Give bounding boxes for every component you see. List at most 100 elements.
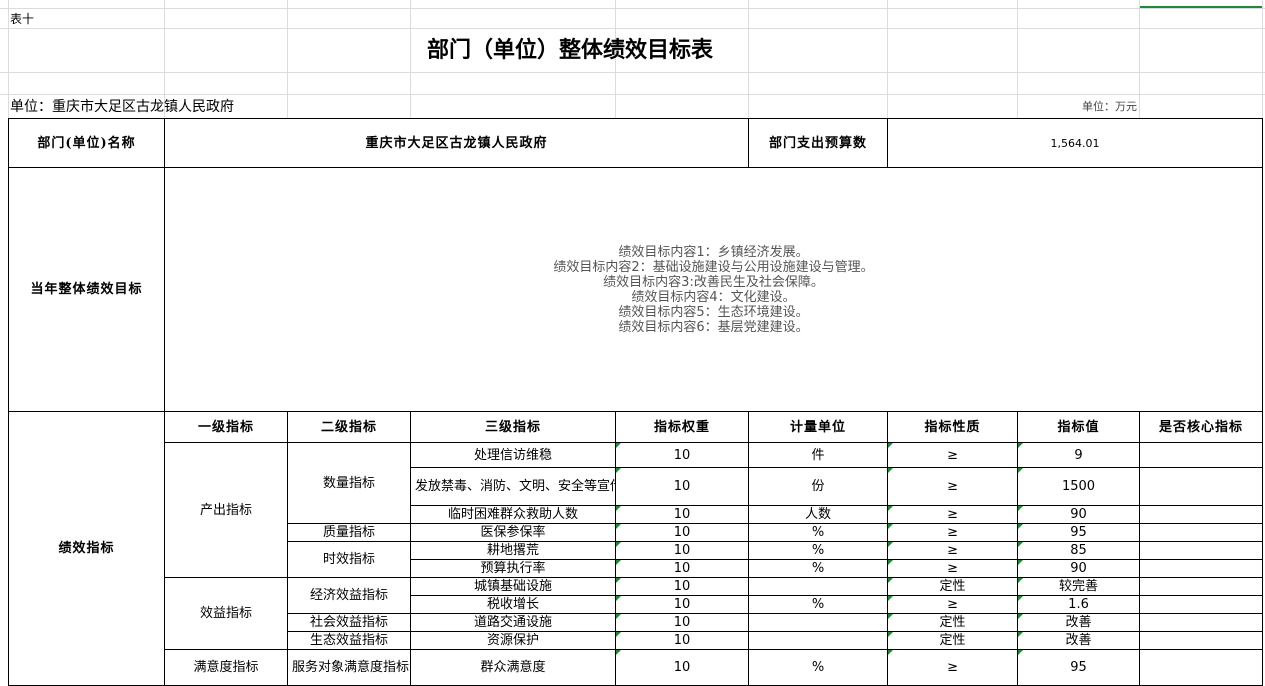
indicator-core[interactable] — [1139, 505, 1264, 524]
annual-goals-content[interactable]: 绩效目标内容1：乡镇经济发展。 绩效目标内容2：基础设施建设与公用设施建设与管理… — [163, 167, 1264, 412]
header-weight[interactable]: 指标权重 — [614, 411, 750, 443]
indicator-name[interactable]: 耕地撂荒 — [410, 541, 616, 560]
indicator-nature[interactable]: 定性 — [887, 613, 1019, 632]
indicator-value[interactable]: 改善 — [1017, 631, 1141, 650]
performance-target-table: 部门(单位)名称 重庆市大足区古龙镇人民政府 部门支出预算数 1,564.01 … — [8, 118, 1264, 686]
indicator-weight[interactable]: 10 — [614, 523, 750, 542]
indicator-value[interactable]: 90 — [1017, 505, 1141, 524]
indicator-value[interactable]: 较完善 — [1017, 577, 1141, 596]
indicator-core[interactable] — [1139, 649, 1264, 686]
indicator-value[interactable]: 95 — [1017, 649, 1141, 686]
budget-value[interactable]: 1,564.01 — [887, 118, 1264, 168]
table-number: 表十 — [10, 12, 35, 26]
indicator-unit[interactable]: 人数 — [748, 505, 889, 524]
indicator-core[interactable] — [1139, 595, 1264, 614]
indicator-unit[interactable]: % — [748, 523, 889, 542]
header-nature[interactable]: 指标性质 — [887, 411, 1019, 443]
indicator-unit[interactable]: % — [748, 595, 889, 614]
indicator-nature[interactable]: ≥ — [887, 559, 1019, 578]
budget-label[interactable]: 部门支出预算数 — [748, 118, 889, 168]
indicator-nature[interactable]: ≥ — [887, 595, 1019, 614]
indicator-value[interactable]: 改善 — [1017, 613, 1141, 632]
indicator-weight[interactable]: 10 — [614, 541, 750, 560]
indicator-unit[interactable]: % — [748, 649, 889, 686]
header-value[interactable]: 指标值 — [1017, 411, 1141, 443]
indicator-core[interactable] — [1139, 577, 1264, 596]
goal-item: 绩效目标内容4：文化建设。 — [631, 289, 796, 305]
indicator-weight[interactable]: 10 — [614, 442, 750, 468]
indicator-unit[interactable] — [748, 631, 889, 650]
dept-name-value[interactable]: 重庆市大足区古龙镇人民政府 — [163, 118, 750, 168]
indicator-unit[interactable] — [748, 613, 889, 632]
level2-economic[interactable]: 经济效益指标 — [287, 577, 411, 614]
indicator-nature[interactable]: ≥ — [887, 649, 1019, 686]
level1-output[interactable]: 产出指标 — [164, 442, 288, 578]
indicator-core[interactable] — [1139, 467, 1264, 506]
level2-service[interactable]: 服务对象满意度指标 — [287, 649, 411, 686]
header-core[interactable]: 是否核心指标 — [1139, 411, 1264, 443]
indicator-core[interactable] — [1139, 442, 1264, 468]
indicator-weight[interactable]: 10 — [614, 613, 750, 632]
annual-goals-label[interactable]: 当年整体绩效目标 — [8, 167, 165, 412]
goal-item: 绩效目标内容3:改善民生及社会保障。 — [603, 274, 824, 290]
level2-quality[interactable]: 质量指标 — [287, 523, 411, 542]
indicator-nature[interactable]: ≥ — [887, 541, 1019, 560]
header-level2[interactable]: 二级指标 — [287, 411, 411, 443]
indicator-unit[interactable]: % — [748, 541, 889, 560]
indicators-section-label[interactable]: 绩效指标 — [8, 411, 165, 686]
level1-satisfaction[interactable]: 满意度指标 — [164, 649, 288, 686]
indicator-name[interactable]: 资源保护 — [410, 631, 616, 650]
indicator-name[interactable]: 预算执行率 — [410, 559, 616, 578]
indicator-name[interactable]: 道路交通设施 — [410, 613, 616, 632]
header-level1[interactable]: 一级指标 — [164, 411, 288, 443]
goal-item: 绩效目标内容1：乡镇经济发展。 — [618, 244, 809, 260]
indicator-nature[interactable]: ≥ — [887, 505, 1019, 524]
level2-quantity[interactable]: 数量指标 — [287, 442, 411, 524]
indicator-unit[interactable]: 件 — [748, 442, 889, 468]
indicator-value[interactable]: 9 — [1017, 442, 1141, 468]
goal-item: 绩效目标内容2：基础设施建设与公用设施建设与管理。 — [553, 259, 874, 275]
indicator-value[interactable]: 90 — [1017, 559, 1141, 578]
goal-item: 绩效目标内容6：基层党建建设。 — [618, 319, 809, 335]
level2-social[interactable]: 社会效益指标 — [287, 613, 411, 632]
header-unit[interactable]: 计量单位 — [748, 411, 889, 443]
indicator-core[interactable] — [1139, 631, 1264, 650]
indicator-unit[interactable] — [748, 577, 889, 596]
indicator-name[interactable]: 处理信访维稳 — [410, 442, 616, 468]
indicator-unit[interactable]: 份 — [748, 467, 889, 506]
indicator-value[interactable]: 85 — [1017, 541, 1141, 560]
indicator-core[interactable] — [1139, 559, 1264, 578]
indicator-weight[interactable]: 10 — [614, 505, 750, 524]
indicator-name[interactable]: 医保参保率 — [410, 523, 616, 542]
header-level3[interactable]: 三级指标 — [410, 411, 616, 443]
indicator-value[interactable]: 95 — [1017, 523, 1141, 542]
indicator-core[interactable] — [1139, 523, 1264, 542]
indicator-value[interactable]: 1500 — [1017, 467, 1141, 506]
indicator-weight[interactable]: 10 — [614, 467, 750, 506]
unit-name: 单位：重庆市大足区古龙镇人民政府 — [10, 99, 234, 115]
indicator-weight[interactable]: 10 — [614, 649, 750, 686]
indicator-value[interactable]: 1.6 — [1017, 595, 1141, 614]
indicator-unit[interactable]: % — [748, 559, 889, 578]
indicator-name[interactable]: 临时困难群众救助人数 — [410, 505, 616, 524]
indicator-name[interactable]: 城镇基础设施 — [410, 577, 616, 596]
dept-name-label[interactable]: 部门(单位)名称 — [8, 118, 165, 168]
indicator-name[interactable]: 群众满意度 — [410, 649, 616, 686]
indicator-nature[interactable]: 定性 — [887, 577, 1019, 596]
indicator-nature[interactable]: ≥ — [887, 523, 1019, 542]
indicator-weight[interactable]: 10 — [614, 577, 750, 596]
indicator-weight[interactable]: 10 — [614, 595, 750, 614]
indicator-nature[interactable]: ≥ — [887, 467, 1019, 506]
indicator-nature[interactable]: ≥ — [887, 442, 1019, 468]
level1-benefit[interactable]: 效益指标 — [164, 577, 288, 650]
indicator-core[interactable] — [1139, 613, 1264, 632]
indicator-core[interactable] — [1139, 541, 1264, 560]
amount-unit: 单位：万元 — [1082, 100, 1137, 113]
level2-ecological[interactable]: 生态效益指标 — [287, 631, 411, 650]
indicator-weight[interactable]: 10 — [614, 559, 750, 578]
indicator-nature[interactable]: 定性 — [887, 631, 1019, 650]
indicator-name[interactable]: 税收增长 — [410, 595, 616, 614]
indicator-weight[interactable]: 10 — [614, 631, 750, 650]
level2-timeliness[interactable]: 时效指标 — [287, 541, 411, 578]
indicator-name[interactable]: 发放禁毒、消防、文明、安全等宣传资料 — [410, 467, 616, 506]
